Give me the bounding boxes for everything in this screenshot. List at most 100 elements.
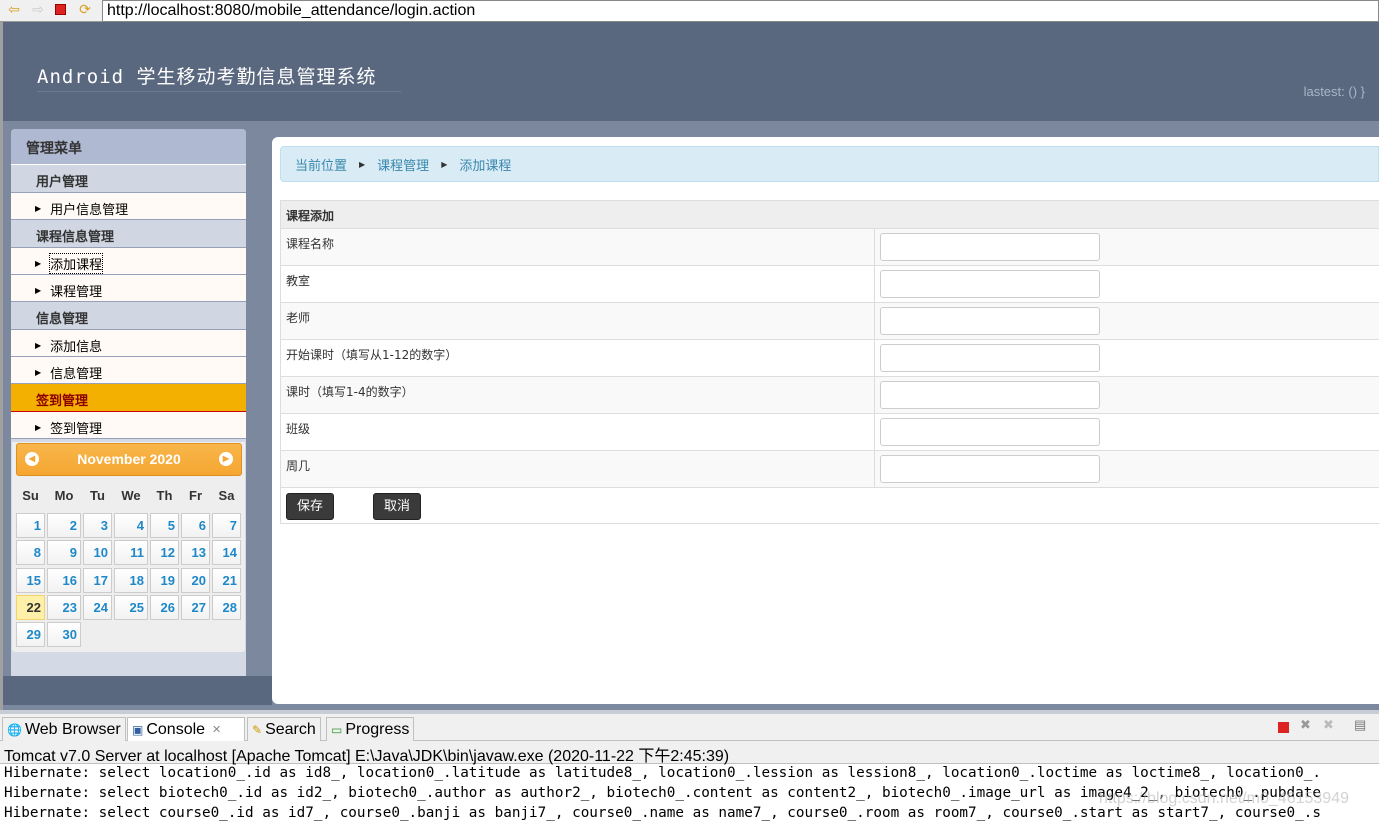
close-icon[interactable]: ✕ xyxy=(212,723,221,736)
sidebar-item-course-manage[interactable]: ▶ 课程管理 xyxy=(11,275,246,302)
field-label: 教室 xyxy=(281,266,875,302)
sidebar-group-signin[interactable]: 签到管理 xyxy=(11,384,246,412)
sidebar-item-add-info[interactable]: ▶ 添加信息 xyxy=(11,330,246,357)
breadcrumb-item[interactable]: 课程管理 xyxy=(377,155,429,174)
calendar-day[interactable]: 25 xyxy=(114,595,148,620)
calendar-day[interactable]: 11 xyxy=(114,540,148,565)
calendar-day[interactable]: 10 xyxy=(83,540,112,565)
calendar-day[interactable]: 21 xyxy=(212,568,241,593)
field-input[interactable] xyxy=(880,418,1100,446)
calendar-day[interactable]: 20 xyxy=(181,568,210,593)
calendar-day[interactable]: 18 xyxy=(114,568,148,593)
caret-right-icon: ▶ xyxy=(35,259,42,268)
tab-search[interactable]: ✎ Search xyxy=(247,717,321,741)
caret-right-icon: ▶ xyxy=(441,159,448,169)
field-label: 课程名称 xyxy=(281,229,875,265)
tab-label: Search xyxy=(265,720,316,738)
calendar-day[interactable]: 6 xyxy=(181,513,210,538)
calendar-day[interactable]: 4 xyxy=(114,513,148,538)
field-input[interactable] xyxy=(880,455,1100,483)
breadcrumb-item[interactable]: 添加课程 xyxy=(459,155,511,174)
calendar-day[interactable]: 14 xyxy=(212,540,241,565)
calendar-day[interactable]: 24 xyxy=(83,595,112,620)
form-row: 老师 xyxy=(281,302,1379,339)
next-month-icon[interactable]: ▶ xyxy=(219,452,233,466)
sidebar-item-signin-manage[interactable]: ▶ 签到管理 xyxy=(11,412,246,439)
sidebar-group-course[interactable]: 课程信息管理 xyxy=(11,220,246,248)
globe-icon: 🌐 xyxy=(7,722,22,737)
sidebar-item-label: 用户信息管理 xyxy=(50,203,129,218)
weekday-label: Th xyxy=(156,488,173,503)
breadcrumb: 当前位置 ▶ 课程管理 ▶ 添加课程 xyxy=(280,146,1379,182)
prev-month-icon[interactable]: ◀ xyxy=(25,452,39,466)
calendar-day[interactable]: 19 xyxy=(150,568,179,593)
console-header: Tomcat v7.0 Server at localhost [Apache … xyxy=(0,741,1379,765)
caret-right-icon: ▶ xyxy=(35,368,42,377)
field-input[interactable] xyxy=(880,381,1100,409)
calendar-day[interactable]: 2 xyxy=(47,513,81,538)
calendar-day[interactable]: 17 xyxy=(83,568,112,593)
calendar-day[interactable]: 12 xyxy=(150,540,179,565)
calendar-day[interactable]: 29 xyxy=(16,622,45,647)
sidebar-footer xyxy=(3,676,272,705)
lastest-text: lastest: () } xyxy=(1303,84,1365,99)
form-row: 开始课时（填写从1-12的数字） xyxy=(281,339,1379,376)
calendar-day[interactable]: 28 xyxy=(212,595,241,620)
progress-icon: ▭ xyxy=(331,722,343,737)
field-label: 班级 xyxy=(281,414,875,450)
calendar-day[interactable]: 1 xyxy=(16,513,45,538)
calendar-day[interactable]: 23 xyxy=(47,595,81,620)
tab-progress[interactable]: ▭ Progress xyxy=(326,717,415,741)
save-button[interactable]: 保存 xyxy=(286,493,334,520)
remove-all-icon[interactable]: ✖ xyxy=(1323,717,1334,733)
search-icon: ✎ xyxy=(252,722,263,737)
field-input[interactable] xyxy=(880,344,1100,372)
form-title: 课程添加 xyxy=(281,201,1379,228)
course-add-form: 课程添加 课程名称 教室 老师 开始课时（填写从1-12的数字） 课时（填写1-4的数字… xyxy=(280,200,1379,524)
calendar-day[interactable]: 26 xyxy=(150,595,179,620)
caret-right-icon: ▶ xyxy=(35,341,42,350)
clear-console-icon[interactable]: ▤ xyxy=(1354,717,1366,733)
calendar-day[interactable]: 3 xyxy=(83,513,112,538)
breadcrumb-item[interactable]: 当前位置 xyxy=(295,155,347,174)
sidebar-item-add-course[interactable]: ▶ 添加课程 xyxy=(11,248,246,275)
tab-console[interactable]: ▣ Console ✕ xyxy=(127,717,245,741)
terminate-icon[interactable] xyxy=(1278,722,1289,733)
calendar-day[interactable]: 16 xyxy=(47,568,81,593)
forward-icon[interactable]: ⇨ xyxy=(30,2,46,18)
watermark: https://blog.csdn.net/m0_46153949 xyxy=(1099,790,1349,807)
sidebar-item-label: 信息管理 xyxy=(50,367,103,382)
calendar-day[interactable]: 9 xyxy=(47,540,81,565)
calendar-day[interactable]: 27 xyxy=(181,595,210,620)
weekday-label: We xyxy=(121,488,141,503)
calendar-day[interactable]: 5 xyxy=(150,513,179,538)
stop-icon[interactable] xyxy=(55,4,66,15)
field-input[interactable] xyxy=(880,270,1100,298)
tab-label: Console xyxy=(146,720,206,738)
url-input[interactable]: http://localhost:8080/mobile_attendance/… xyxy=(102,0,1379,22)
cancel-button[interactable]: 取消 xyxy=(373,493,421,520)
sidebar-item-label: 添加信息 xyxy=(50,340,103,355)
calendar-day[interactable]: 22 xyxy=(16,595,45,620)
weekday-label: Mo xyxy=(54,488,74,503)
calendar-day[interactable]: 15 xyxy=(16,568,45,593)
sidebar-item-label: 添加课程 xyxy=(49,253,104,274)
weekday-label: Su xyxy=(22,488,39,503)
sidebar-item-user-info[interactable]: ▶ 用户信息管理 xyxy=(11,193,246,220)
calendar-day[interactable]: 8 xyxy=(16,540,45,565)
refresh-icon[interactable]: ⟳ xyxy=(77,2,93,18)
calendar-day[interactable]: 30 xyxy=(47,622,81,647)
field-input[interactable] xyxy=(880,307,1100,335)
caret-right-icon: ▶ xyxy=(35,423,42,432)
remove-launch-icon[interactable]: ✖ xyxy=(1300,717,1311,733)
sidebar-group-info[interactable]: 信息管理 xyxy=(11,302,246,330)
sidebar-item-info-manage[interactable]: ▶ 信息管理 xyxy=(11,357,246,384)
back-icon[interactable]: ⇦ xyxy=(6,2,22,18)
sidebar-group-user[interactable]: 用户管理 xyxy=(11,165,246,193)
sidebar-item-label: 课程管理 xyxy=(50,285,103,300)
tab-web-browser[interactable]: 🌐 Web Browser xyxy=(2,717,126,741)
calendar-day[interactable]: 7 xyxy=(212,513,241,538)
field-input[interactable] xyxy=(880,233,1100,261)
calendar-day[interactable]: 13 xyxy=(181,540,210,565)
site-title: Android 学生移动考勤信息管理系统 xyxy=(37,62,401,92)
